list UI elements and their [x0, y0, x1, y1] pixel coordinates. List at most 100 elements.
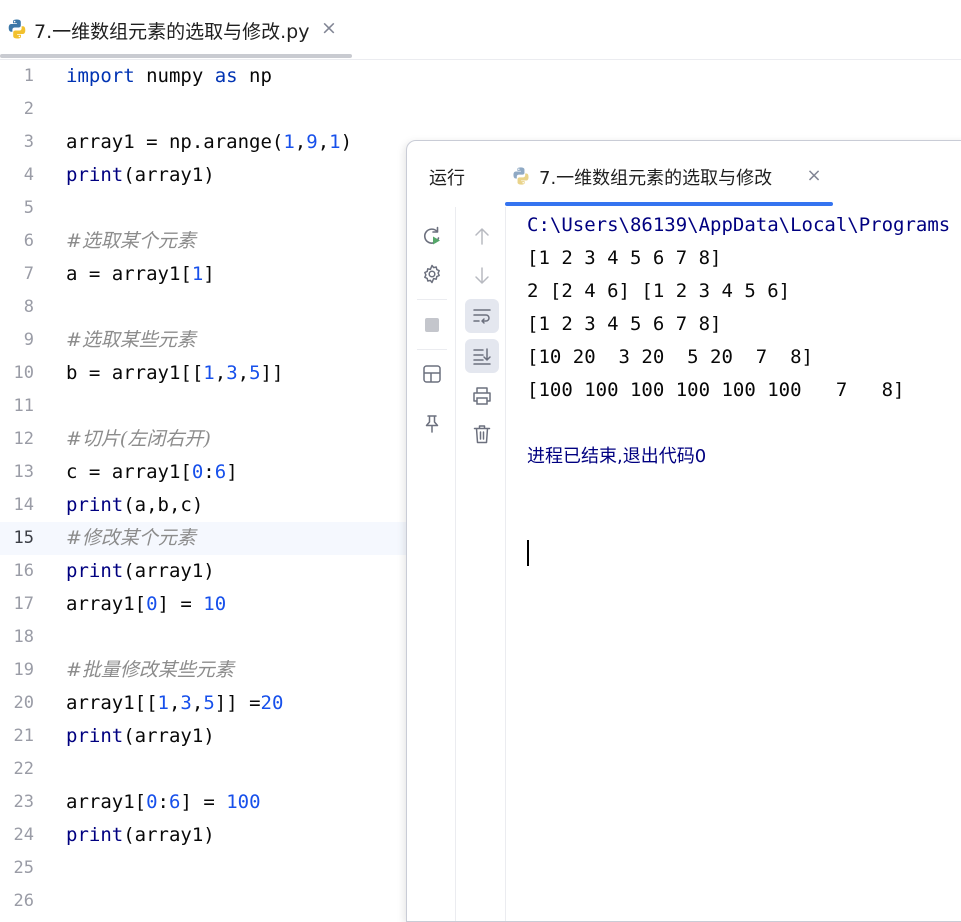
run-tab-title: 7.一维数组元素的选取与修改	[539, 168, 773, 189]
python-file-icon	[513, 167, 529, 185]
code-token: c = array1[	[66, 461, 192, 483]
print-icon	[473, 387, 491, 405]
code-token: array1[[	[66, 692, 158, 714]
line-number: 13	[13, 462, 34, 482]
code-token: ,	[294, 131, 307, 153]
trash-icon	[473, 425, 491, 444]
code-token: 5	[203, 692, 215, 714]
rerun-button[interactable]	[415, 219, 449, 253]
line-number: 2	[23, 99, 34, 119]
code-token: :	[203, 461, 215, 483]
line-number: 23	[13, 792, 34, 812]
code-token: 100	[226, 791, 261, 813]
line-number: 16	[13, 561, 34, 581]
code-text: #选取某个元素	[66, 225, 196, 258]
code-token: (a,b,c)	[123, 494, 204, 516]
code-line[interactable]: 2	[0, 93, 961, 126]
settings-button[interactable]	[415, 257, 449, 291]
code-token: ]	[203, 263, 215, 285]
stop-button[interactable]	[415, 308, 449, 342]
print-button[interactable]	[465, 379, 499, 413]
scroll-to-end-icon	[473, 348, 491, 365]
code-token: (array1)	[123, 164, 215, 186]
code-token: ,	[191, 692, 204, 714]
code-token: 0	[146, 791, 158, 813]
code-token: 0	[191, 461, 204, 483]
code-line[interactable]: 1 import numpy as np	[0, 60, 961, 93]
editor-tab[interactable]: 7.一维数组元素的选取与修改.py ×	[0, 0, 352, 59]
console-output[interactable]: C:\Users\86139\AppData\Local\Programs [1…	[527, 207, 961, 921]
line-number: 4	[23, 165, 34, 185]
line-number: 9	[23, 330, 34, 350]
line-number: 17	[13, 594, 34, 614]
scroll-up-button[interactable]	[465, 219, 499, 253]
line-number: 3	[23, 132, 34, 152]
soft-wrap-button[interactable]	[465, 299, 499, 333]
code-text: print(a,b,c)	[66, 489, 203, 522]
console-path-line: C:\Users\86139\AppData\Local\Programs	[527, 214, 951, 236]
console-output-line: [10 20 3 20 5 20 7 8]	[527, 346, 813, 368]
run-toolbar-right	[457, 207, 506, 921]
code-token: (array1)	[123, 824, 215, 846]
pin-icon	[425, 415, 439, 433]
code-token: numpy	[134, 65, 215, 87]
code-text: import numpy as np	[66, 60, 272, 93]
clear-console-button[interactable]	[465, 417, 499, 451]
code-token: print	[66, 164, 124, 186]
close-icon[interactable]: ×	[805, 165, 823, 187]
code-token: 3	[226, 362, 238, 384]
code-token: 1	[157, 692, 169, 714]
code-token: #选取某些元素	[66, 329, 196, 351]
line-number: 22	[13, 759, 34, 779]
code-token: 6	[168, 791, 181, 813]
process-exit-message: 进程已结束,退出代码0	[527, 446, 707, 467]
close-icon[interactable]: ×	[320, 17, 338, 39]
toolbar-divider	[417, 349, 447, 350]
run-tool-window-label[interactable]: 运行	[429, 164, 465, 190]
code-token: as	[214, 65, 238, 87]
code-token: (array1)	[123, 560, 215, 582]
run-header: 运行 7.一维数组元素的选取与修改 ×	[407, 141, 961, 207]
code-token: a = array1[	[66, 263, 192, 285]
run-config-tab[interactable]: 7.一维数组元素的选取与修改 ×	[505, 141, 833, 207]
code-token: array1 = np.arange(	[66, 131, 284, 153]
code-text: #切片(左闭右开)	[66, 423, 211, 456]
code-text: print(array1)	[66, 720, 215, 753]
stop-icon	[425, 318, 439, 332]
line-number: 19	[13, 660, 34, 680]
tab-active-indicator	[0, 54, 352, 58]
code-token: ,	[214, 362, 227, 384]
code-text: array1[[1,3,5]] =20	[66, 687, 283, 720]
python-file-icon	[8, 19, 26, 39]
code-token: 20	[260, 692, 284, 714]
line-number: 15	[13, 528, 34, 548]
code-text: print(array1)	[66, 819, 215, 852]
soft-wrap-icon	[473, 309, 491, 324]
code-token: 0	[146, 593, 158, 615]
code-token: ] =	[157, 593, 204, 615]
settings-icon	[424, 264, 440, 284]
code-token: 1	[203, 362, 215, 384]
editor-tab-bar: 7.一维数组元素的选取与修改.py ×	[0, 0, 961, 60]
scroll-down-button[interactable]	[465, 259, 499, 293]
toolbar-divider	[417, 299, 447, 300]
scroll-to-end-button[interactable]	[465, 339, 499, 373]
code-text: c = array1[0:6]	[66, 456, 238, 489]
layout-button[interactable]	[415, 357, 449, 391]
console-output-line: [1 2 3 4 5 6 7 8]	[527, 313, 722, 335]
code-text: a = array1[1]	[66, 258, 215, 291]
code-text: #选取某些元素	[66, 324, 196, 357]
code-text: print(array1)	[66, 159, 215, 192]
console-output-line: [1 2 3 4 5 6 7 8]	[527, 247, 722, 269]
scroll-down-icon	[475, 267, 489, 284]
code-token: ]]	[260, 362, 284, 384]
code-token: #切片(左闭右开)	[66, 428, 211, 450]
line-number: 6	[23, 231, 34, 251]
line-number: 21	[13, 726, 34, 746]
code-token: print	[66, 494, 124, 516]
code-token: array1[	[66, 593, 147, 615]
code-token: 9	[306, 131, 318, 153]
code-token: ]	[226, 461, 238, 483]
pin-button[interactable]	[415, 407, 449, 441]
console-output-line: [100 100 100 100 100 100 7 8]	[527, 379, 905, 401]
